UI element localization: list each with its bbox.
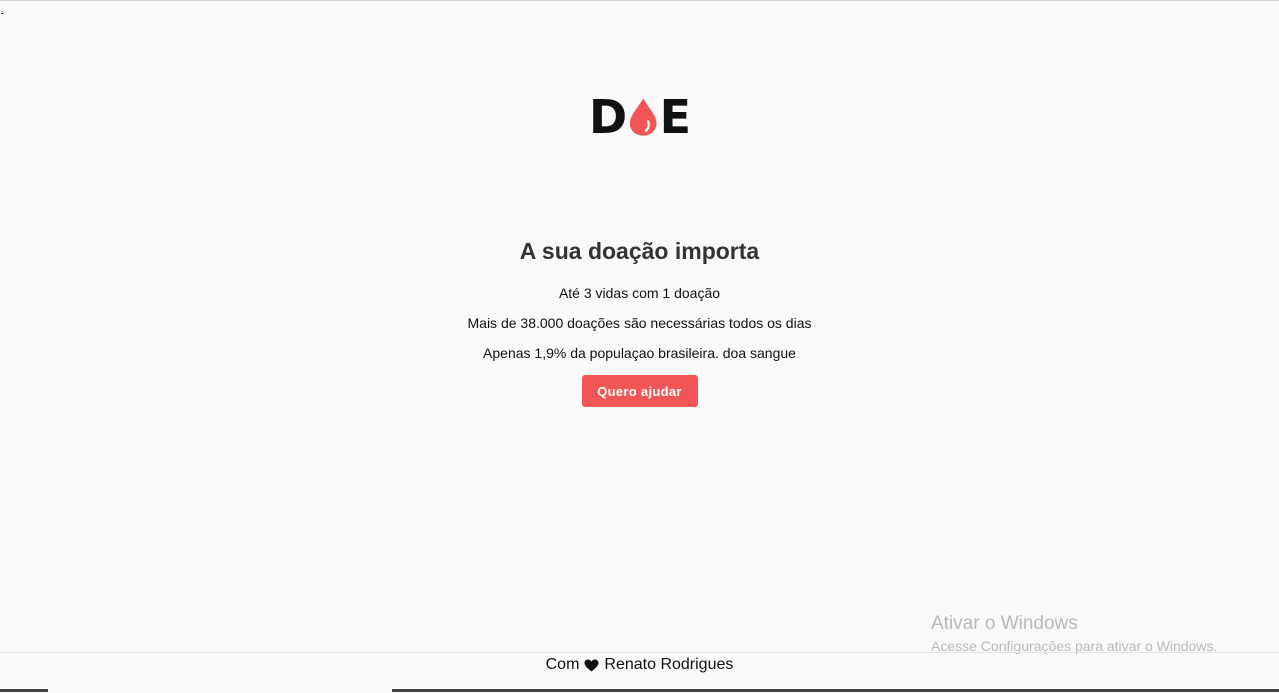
corner-link[interactable]: . xyxy=(1,4,4,14)
hero-line-population: Apenas 1,9% da populaçao brasileira. doa… xyxy=(483,345,796,361)
windows-activation-watermark: Ativar o Windows Acesse Configurações pa… xyxy=(931,612,1217,656)
quero-ajudar-button[interactable]: Quero ajudar xyxy=(581,375,698,407)
doe-logo: D E xyxy=(589,94,691,140)
heart-icon xyxy=(584,658,599,672)
watermark-title: Ativar o Windows xyxy=(931,613,1078,634)
footer-prefix: Com xyxy=(545,656,580,673)
hero-section: A sua doação importa Até 3 vidas com 1 d… xyxy=(0,232,1279,407)
hero-line-lives: Até 3 vidas com 1 doação xyxy=(558,285,721,301)
footer: Com Renato Rodrigues xyxy=(0,652,1279,693)
logo-letter-d: D xyxy=(589,90,628,144)
top-border xyxy=(0,0,1279,1)
logo-letter-e: E xyxy=(659,90,691,144)
blood-drop-icon xyxy=(630,98,657,136)
hero-title: A sua doação importa xyxy=(519,238,760,264)
footer-author: Renato Rodrigues xyxy=(604,656,734,673)
hero-line-daily-need: Mais de 38.000 doações são necessárias t… xyxy=(467,315,812,331)
